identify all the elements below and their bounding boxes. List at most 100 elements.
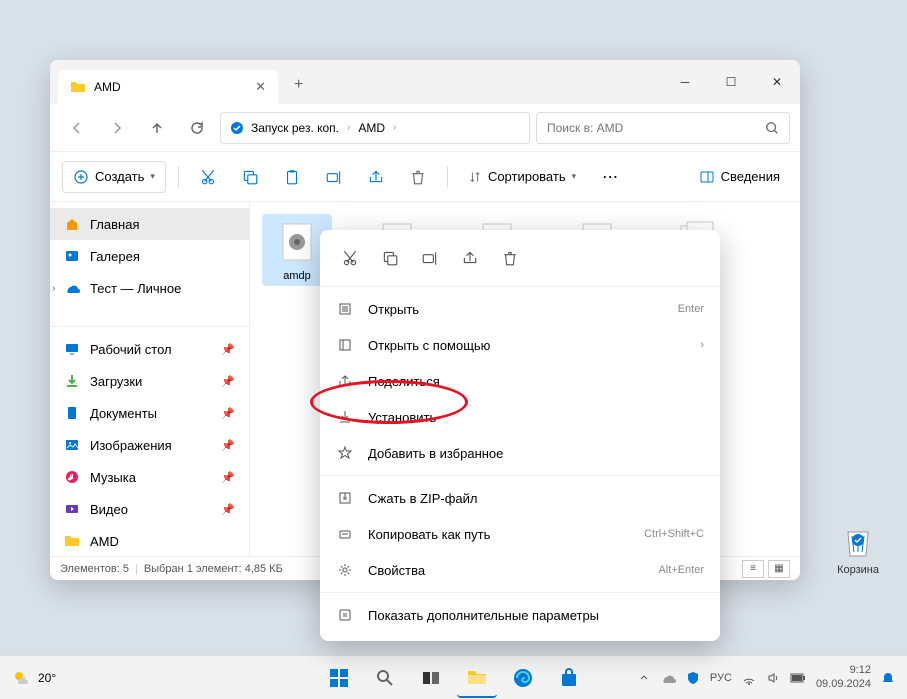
paste-button[interactable]: [275, 161, 309, 193]
explorer-taskbar-button[interactable]: [457, 658, 497, 698]
search-box[interactable]: [536, 112, 790, 144]
system-tray: РУС 9:12 09.09.2024: [638, 664, 895, 690]
recycle-bin[interactable]: Корзина: [837, 520, 879, 576]
details-icon: [699, 169, 715, 185]
breadcrumb-current[interactable]: AMD: [358, 121, 385, 135]
tab-active[interactable]: AMD ✕: [58, 70, 278, 104]
cut-button[interactable]: [334, 242, 366, 274]
open-icon: [336, 301, 354, 317]
view-list-button[interactable]: ≡: [742, 560, 764, 578]
folder-icon: [70, 79, 86, 95]
refresh-button[interactable]: [180, 111, 214, 145]
ctx-properties[interactable]: Свойства Alt+Enter: [320, 552, 720, 588]
volume-icon[interactable]: [766, 671, 780, 685]
view-grid-button[interactable]: ▦: [768, 560, 790, 578]
chevron-down-icon: ▾: [150, 171, 155, 182]
network-icon[interactable]: [742, 671, 756, 685]
ctx-open[interactable]: Открыть Enter: [320, 291, 720, 327]
share-button[interactable]: [454, 242, 486, 274]
sidebar-item-downloads[interactable]: Загрузки 📌: [50, 365, 249, 397]
search-button[interactable]: [365, 658, 405, 698]
ctx-install[interactable]: Установить: [320, 399, 720, 435]
clock[interactable]: 9:12 09.09.2024: [816, 664, 871, 690]
sort-button[interactable]: Сортировать ▾: [460, 161, 584, 193]
copy-button[interactable]: [233, 161, 267, 193]
delete-button[interactable]: [494, 242, 526, 274]
maximize-button[interactable]: ☐: [708, 60, 754, 104]
close-button[interactable]: ✕: [754, 60, 800, 104]
details-button[interactable]: Сведения: [691, 161, 788, 193]
forward-button[interactable]: [100, 111, 134, 145]
language-indicator[interactable]: РУС: [710, 672, 732, 684]
sidebar-item-onedrive[interactable]: › Тест — Личное: [50, 272, 249, 304]
breadcrumb-root[interactable]: Запуск рез. коп.: [229, 120, 339, 136]
item-count: Элементов: 5: [60, 563, 129, 575]
back-button[interactable]: [60, 111, 94, 145]
more-button[interactable]: ⋯: [592, 167, 628, 187]
start-button[interactable]: [319, 658, 359, 698]
inf-file-icon: [273, 218, 321, 266]
share-button[interactable]: [359, 161, 393, 193]
battery-icon[interactable]: [790, 673, 806, 683]
sidebar-item-home[interactable]: Главная: [50, 208, 249, 240]
video-icon: [64, 501, 80, 517]
delete-button[interactable]: [401, 161, 435, 193]
breadcrumb[interactable]: Запуск рез. коп. › AMD ›: [220, 112, 530, 144]
defender-tray-icon[interactable]: [686, 671, 700, 685]
chevron-right-icon: ›: [393, 122, 396, 133]
rename-button[interactable]: [414, 242, 446, 274]
tray-chevron-icon[interactable]: [638, 672, 650, 684]
ctx-share[interactable]: Поделиться: [320, 363, 720, 399]
toolbar: Создать ▾ Сортировать ▾ ⋯ Сведения: [50, 152, 800, 202]
titlebar: AMD ✕ + ─ ☐ ✕: [50, 60, 800, 104]
chevron-right-icon: ›: [700, 339, 704, 351]
home-icon: [64, 216, 80, 232]
minimize-button[interactable]: ─: [662, 60, 708, 104]
store-button[interactable]: [549, 658, 589, 698]
music-icon: [64, 469, 80, 485]
weather-icon: [12, 668, 32, 688]
sidebar-item-gallery[interactable]: Галерея: [50, 240, 249, 272]
downloads-icon: [64, 373, 80, 389]
notifications-icon[interactable]: [881, 671, 895, 685]
sidebar-item-video[interactable]: Видео 📌: [50, 493, 249, 525]
search-input[interactable]: [547, 121, 765, 135]
zip-icon: [336, 490, 354, 506]
task-view-button[interactable]: [411, 658, 451, 698]
copy-button[interactable]: [374, 242, 406, 274]
weather-widget[interactable]: 20°: [12, 668, 56, 688]
search-icon: [765, 121, 779, 135]
ctx-copy-path[interactable]: Копировать как путь Ctrl+Shift+C: [320, 516, 720, 552]
rename-button[interactable]: [317, 161, 351, 193]
new-tab-button[interactable]: +: [286, 72, 311, 98]
context-toolbar: [320, 238, 720, 282]
sidebar-item-pictures[interactable]: Изображения 📌: [50, 429, 249, 461]
open-with-icon: [336, 337, 354, 353]
gallery-icon: [64, 248, 80, 264]
create-button[interactable]: Создать ▾: [62, 161, 166, 193]
pin-icon: 📌: [221, 439, 235, 452]
ctx-zip[interactable]: Сжать в ZIP-файл: [320, 480, 720, 516]
up-button[interactable]: [140, 111, 174, 145]
close-icon[interactable]: ✕: [255, 79, 266, 95]
ctx-favorite[interactable]: Добавить в избранное: [320, 435, 720, 471]
sidebar-item-desktop[interactable]: Рабочий стол 📌: [50, 333, 249, 365]
chevron-down-icon: ▾: [572, 171, 577, 182]
tab-title: AMD: [94, 80, 121, 94]
plus-circle-icon: [73, 169, 89, 185]
sidebar-item-amd[interactable]: AMD: [50, 525, 249, 556]
more-icon: [336, 607, 354, 623]
ctx-more-options[interactable]: Показать дополнительные параметры: [320, 597, 720, 633]
selection-info: Выбран 1 элемент: 4,85 КБ: [144, 563, 283, 575]
folder-icon: [64, 533, 80, 549]
pictures-icon: [64, 437, 80, 453]
chevron-right-icon[interactable]: ›: [52, 283, 55, 294]
sort-icon: [468, 170, 482, 184]
sidebar-item-documents[interactable]: Документы 📌: [50, 397, 249, 429]
cut-button[interactable]: [191, 161, 225, 193]
ctx-open-with[interactable]: Открыть с помощью ›: [320, 327, 720, 363]
sidebar-item-music[interactable]: Музыка 📌: [50, 461, 249, 493]
edge-button[interactable]: [503, 658, 543, 698]
onedrive-tray-icon[interactable]: [660, 670, 676, 686]
pin-icon: 📌: [221, 471, 235, 484]
